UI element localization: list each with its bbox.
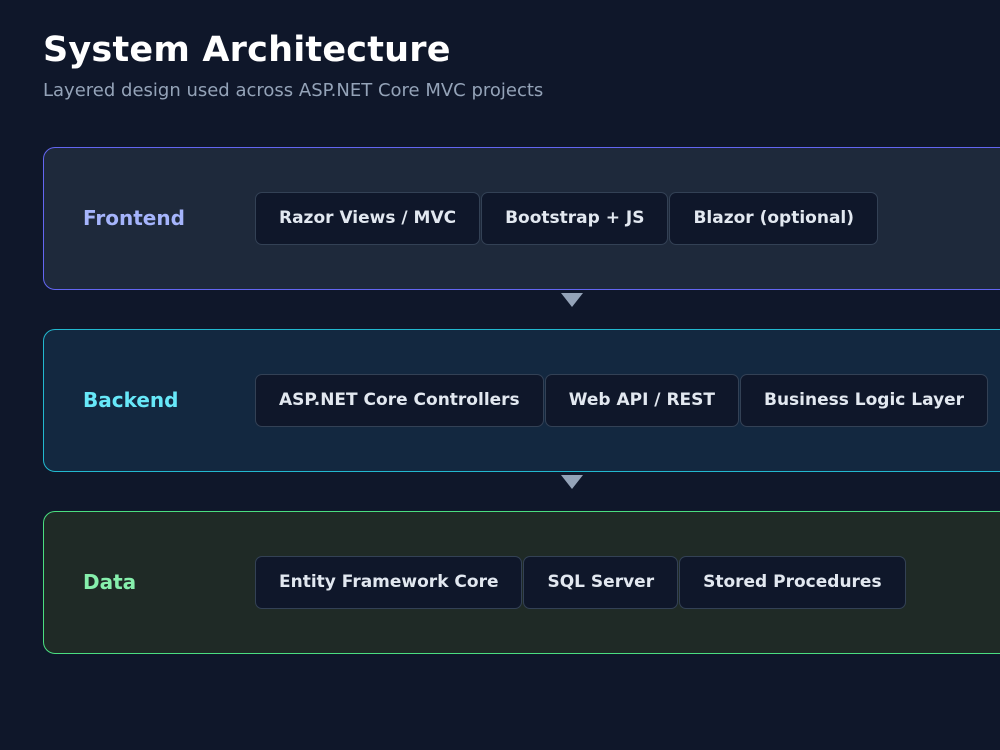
component-sql-server: SQL Server [523,556,679,609]
layer-frontend: Frontend Razor Views / MVC Bootstrap + J… [43,147,1000,290]
layer-label-frontend: Frontend [83,206,185,230]
component-razor-views: Razor Views / MVC [255,192,481,245]
down-arrow-icon [561,293,583,307]
component-entity-framework: Entity Framework Core [255,556,523,609]
down-arrow-icon [561,475,583,489]
component-stored-procedures: Stored Procedures [679,556,906,609]
layer-backend: Backend ASP.NET Core Controllers Web API… [43,329,1000,472]
page-subtitle: Layered design used across ASP.NET Core … [43,80,544,101]
component-business-logic: Business Logic Layer [739,374,989,427]
layer-label-data: Data [83,570,137,594]
layer-label-backend: Backend [83,388,179,412]
component-blazor: Blazor (optional) [669,192,879,245]
layer-data: Data Entity Framework Core SQL Server St… [43,511,1000,654]
component-bootstrap-js: Bootstrap + JS [481,192,669,245]
component-web-api: Web API / REST [544,374,739,427]
component-controllers: ASP.NET Core Controllers [255,374,544,427]
backend-components: ASP.NET Core Controllers Web API / REST … [255,374,989,427]
data-components: Entity Framework Core SQL Server Stored … [255,556,906,609]
page-title: System Architecture [43,30,451,70]
frontend-components: Razor Views / MVC Bootstrap + JS Blazor … [255,192,879,245]
